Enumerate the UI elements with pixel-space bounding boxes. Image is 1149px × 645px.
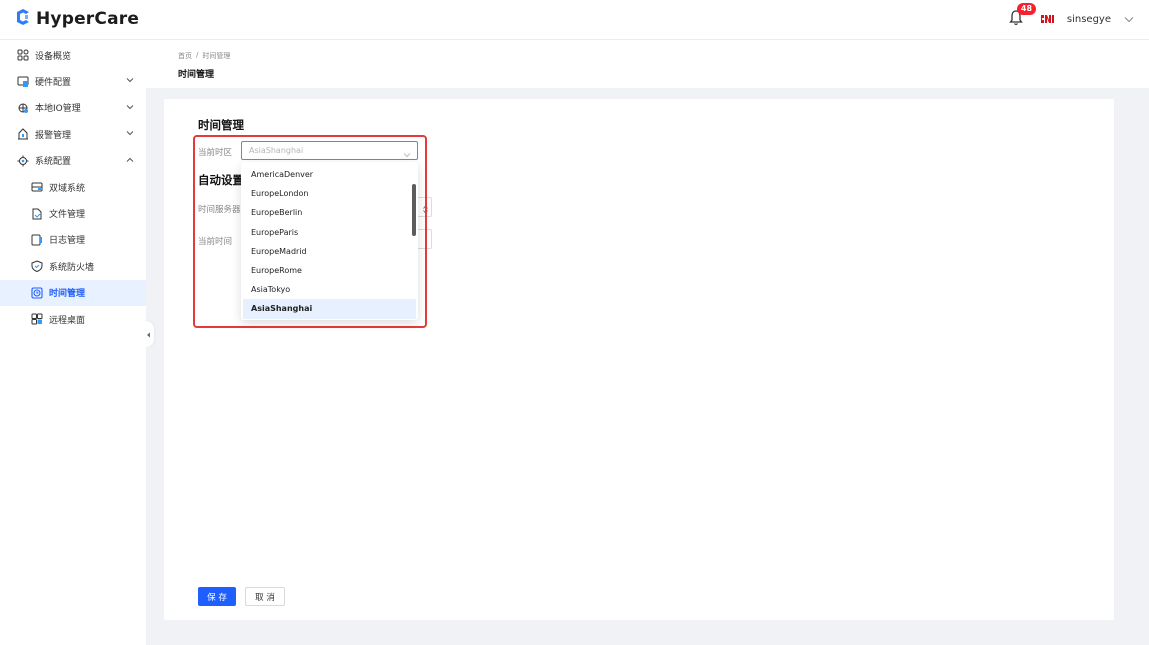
file-manage-icon (30, 207, 44, 221)
chevron-down-icon (126, 76, 134, 84)
grid-icon (16, 48, 30, 62)
dual-domain-icon (30, 180, 44, 194)
dropdown-option[interactable]: AsiaTokyo (241, 280, 418, 299)
timezone-dropdown: AmericaDenver EuropeLondon EuropeBerlin … (241, 162, 418, 320)
remote-desktop-icon (30, 312, 44, 326)
notification-bell[interactable]: 48 (1005, 3, 1037, 30)
sidebar-item-label: 双域系统 (49, 183, 86, 194)
sidebar-item-firewall[interactable]: 系统防火墙 (0, 253, 146, 279)
breadcrumb-home[interactable]: 首页 (178, 51, 192, 61)
hardware-icon (16, 75, 30, 89)
dropdown-option[interactable]: EuropeBerlin (241, 203, 418, 222)
sidebar-item-system-config[interactable]: 系统配置 (0, 148, 146, 174)
firewall-icon (30, 259, 44, 273)
breadcrumb: 首页 / 时间管理 (178, 51, 230, 61)
sidebar-collapse-handle[interactable] (142, 321, 154, 347)
hypercare-logo-icon (14, 8, 32, 29)
notification-badge: 48 (1016, 3, 1037, 15)
dropdown-scrollbar[interactable] (412, 184, 416, 236)
cancel-button[interactable]: 取 消 (245, 587, 285, 606)
breadcrumb-bar: 首页 / 时间管理 时间管理 (146, 40, 1149, 88)
sidebar-item-label: 时间管理 (49, 289, 86, 300)
sidebar-item-log[interactable]: 日志管理 (0, 227, 146, 253)
clock-icon (30, 286, 44, 300)
sidebar-item-dual-domain[interactable]: 双域系统 (0, 174, 146, 200)
chevron-down-icon[interactable] (1123, 13, 1135, 25)
sidebar-item-time-manage[interactable]: 时间管理 (0, 279, 146, 306)
io-icon (16, 101, 30, 115)
logo-text: HyperCare (36, 8, 140, 29)
sidebar-item-label: 日志管理 (49, 236, 86, 247)
sidebar-item-label: 本地IO管理 (35, 104, 81, 115)
sidebar-item-alarm[interactable]: 报警管理 (0, 121, 146, 147)
breadcrumb-current: 时间管理 (202, 52, 231, 60)
dropdown-option[interactable]: EuropeMadrid (241, 242, 418, 261)
logo[interactable]: HyperCare (14, 8, 139, 29)
dropdown-option-selected[interactable]: AsiaShanghai (243, 299, 416, 319)
sidebar-item-hardware[interactable]: 硬件配置 (0, 68, 146, 94)
sidebar-item-label: 设备概览 (35, 51, 72, 62)
header-user-area: 48 sinsegye (1005, 3, 1135, 30)
sidebar-item-device-overview[interactable]: 设备概览 (0, 42, 146, 68)
sidebar-item-local-io[interactable]: 本地IO管理 (0, 95, 146, 121)
sidebar-item-label: 系统配置 (35, 157, 72, 168)
page-title: 时间管理 (178, 70, 215, 80)
sidebar-item-file-manage[interactable]: 文件管理 (0, 200, 146, 226)
caret-left-icon (146, 327, 151, 341)
sidebar-item-label: 文件管理 (49, 210, 86, 221)
sidebar-item-label: 报警管理 (35, 130, 72, 141)
chevron-up-icon (126, 156, 134, 164)
section-title: 时间管理 (198, 118, 244, 132)
log-icon (30, 233, 44, 247)
sidebar-item-label: 系统防火墙 (49, 262, 95, 273)
sidebar-item-remote-desktop[interactable]: 远程桌面 (0, 306, 146, 332)
sidebar: 设备概览 硬件配置 本地IO管理 报警管理 系统配置 双域系统 文件管理 日志管… (0, 40, 146, 645)
chevron-down-icon (126, 129, 134, 137)
dropdown-option[interactable]: EuropeRome (241, 261, 418, 280)
breadcrumb-separator: / (196, 51, 199, 59)
dropdown-option[interactable]: EuropeLondon (241, 184, 418, 203)
sidebar-item-label: 远程桌面 (49, 315, 86, 326)
alarm-icon (16, 127, 30, 141)
chevron-down-icon (126, 103, 134, 111)
top-header: HyperCare 48 sinsegye (0, 0, 1149, 40)
system-config-icon (16, 154, 30, 168)
sidebar-item-label: 硬件配置 (35, 78, 72, 89)
dropdown-option[interactable]: AmericaDenver (241, 165, 418, 184)
user-avatar[interactable] (1039, 12, 1055, 26)
save-button[interactable]: 保 存 (198, 587, 236, 606)
username[interactable]: sinsegye (1067, 14, 1111, 25)
dropdown-option[interactable]: EuropeParis (241, 223, 418, 242)
